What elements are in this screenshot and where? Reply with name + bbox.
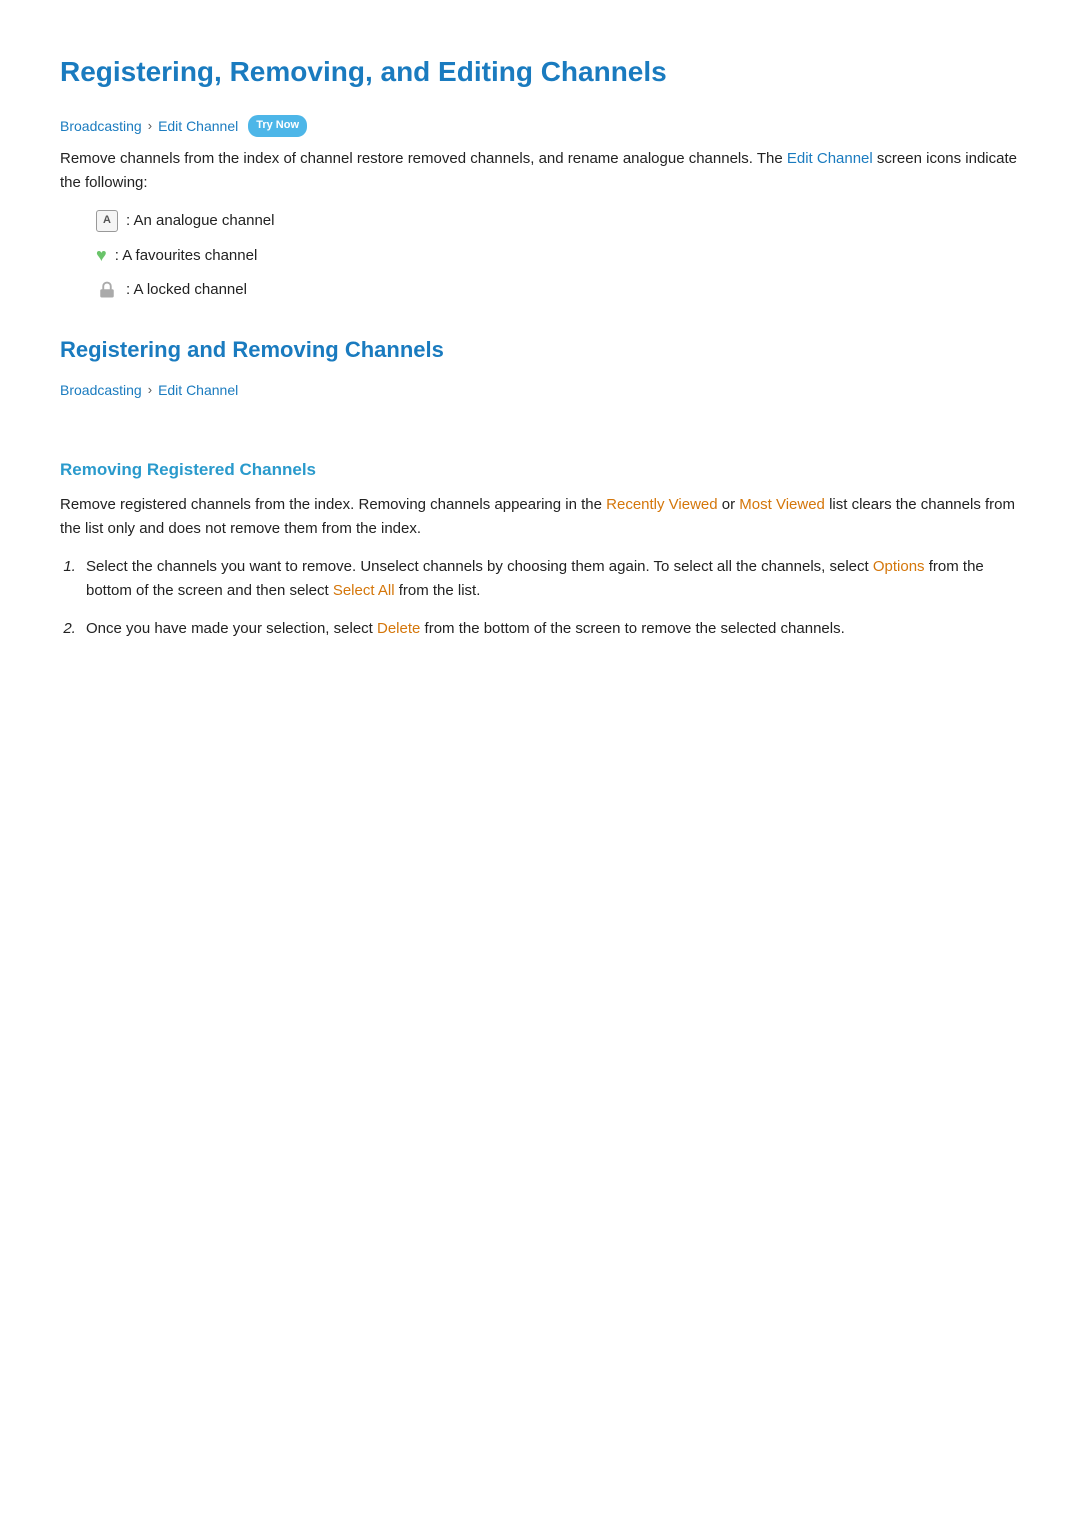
section2-title: Removing Registered Channels	[60, 456, 1020, 483]
intro-paragraph: Remove channels from the index of channe…	[60, 147, 1020, 195]
steps-list: Select the channels you want to remove. …	[80, 555, 1020, 641]
breadcrumb-edit-channel-link[interactable]: Edit Channel	[158, 115, 238, 137]
list-item-locked: : A locked channel	[96, 278, 1020, 302]
locked-label: : A locked channel	[126, 278, 247, 302]
step1-text-before: Select the channels you want to remove. …	[86, 558, 873, 575]
breadcrumb-chevron: ›	[148, 116, 152, 137]
section2-intro-middle: or	[718, 496, 740, 513]
step2-text-before: Once you have made your selection, selec…	[86, 620, 377, 637]
section2-intro-before: Remove registered channels from the inde…	[60, 496, 606, 513]
breadcrumb2-chevron: ›	[148, 380, 152, 401]
select-all-link[interactable]: Select All	[333, 582, 395, 599]
analogue-label: : An analogue channel	[126, 209, 274, 233]
breadcrumb-broadcasting-link[interactable]: Broadcasting	[60, 115, 142, 137]
step2-text-after: from the bottom of the screen to remove …	[420, 620, 844, 637]
breadcrumb2-edit-channel-link[interactable]: Edit Channel	[158, 379, 238, 401]
step-1: Select the channels you want to remove. …	[80, 555, 1020, 603]
page-title: Registering, Removing, and Editing Chann…	[60, 50, 1020, 95]
recently-viewed-link[interactable]: Recently Viewed	[606, 496, 717, 513]
step1-text-after: from the list.	[395, 582, 481, 599]
list-item-favourites: ♥ : A favourites channel	[96, 241, 1020, 270]
section2-intro: Remove registered channels from the inde…	[60, 493, 1020, 541]
section1-title: Registering and Removing Channels	[60, 332, 1020, 367]
options-link[interactable]: Options	[873, 558, 925, 575]
icon-list: A : An analogue channel ♥ : A favourites…	[96, 209, 1020, 302]
breadcrumb-top: Broadcasting › Edit Channel Try Now	[60, 115, 1020, 137]
heart-icon: ♥	[96, 241, 107, 270]
analogue-icon: A	[96, 210, 118, 232]
breadcrumb2-broadcasting-link[interactable]: Broadcasting	[60, 379, 142, 401]
intro-text-before: Remove channels from the index of channe…	[60, 150, 787, 167]
lock-icon	[96, 279, 118, 301]
list-item-analogue: A : An analogue channel	[96, 209, 1020, 233]
try-now-badge[interactable]: Try Now	[248, 115, 307, 137]
edit-channel-inline-link[interactable]: Edit Channel	[787, 150, 873, 167]
favourites-label: : A favourites channel	[115, 244, 258, 268]
breadcrumb-section1: Broadcasting › Edit Channel	[60, 379, 1020, 401]
step-2: Once you have made your selection, selec…	[80, 617, 1020, 641]
most-viewed-link[interactable]: Most Viewed	[739, 496, 825, 513]
delete-link[interactable]: Delete	[377, 620, 420, 637]
